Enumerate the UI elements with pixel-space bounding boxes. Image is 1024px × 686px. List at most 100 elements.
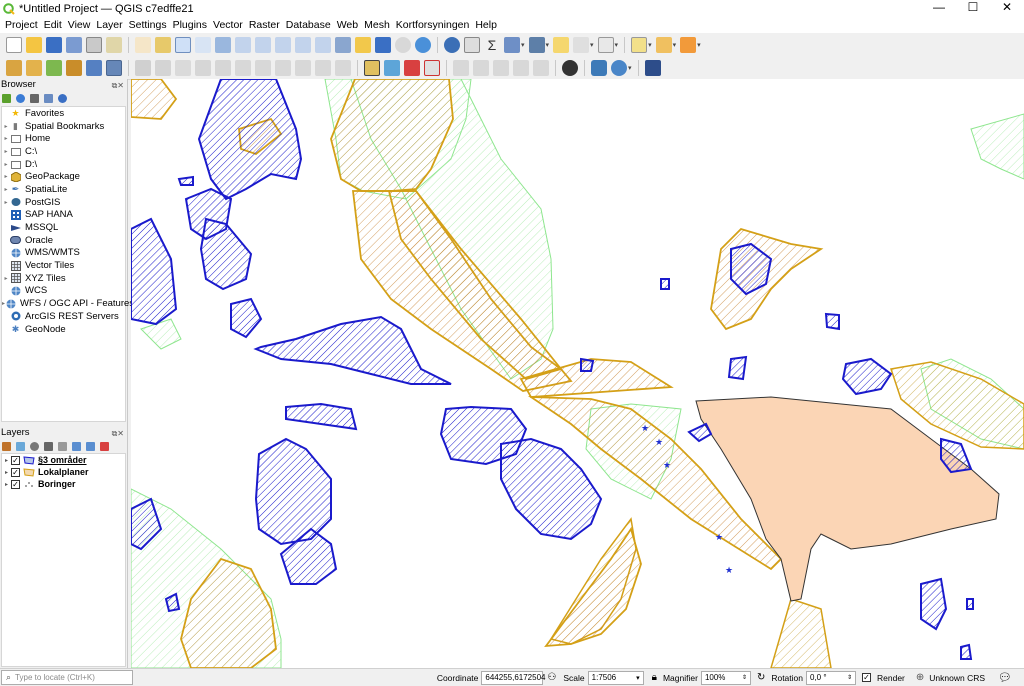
- boring-point[interactable]: ★: [663, 461, 671, 471]
- manage-themes-icon[interactable]: [30, 441, 39, 451]
- zoom-layer-icon[interactable]: [255, 37, 271, 53]
- bookmark-icon[interactable]: [355, 37, 371, 53]
- browser-item-wfs[interactable]: ▸ WFS / OGC API - Features: [2, 297, 134, 310]
- browser-item-wcs[interactable]: WCS: [2, 285, 125, 298]
- layer-visibility-checkbox[interactable]: ✓: [11, 479, 20, 489]
- pan-to-selection-icon[interactable]: [155, 37, 171, 53]
- new-geopackage-icon[interactable]: [106, 59, 122, 76]
- layer-visibility-checkbox[interactable]: ✓: [11, 467, 20, 477]
- locator-bar[interactable]: ⌕ Type to locate (Ctrl+K): [1, 670, 133, 685]
- map-svg[interactable]: ★ ★ ★ ★ ★: [131, 79, 1024, 668]
- boring-point[interactable]: ★: [655, 438, 663, 448]
- menu-web[interactable]: Web: [334, 19, 361, 31]
- browser-item-vector-tiles[interactable]: Vector Tiles: [2, 259, 125, 272]
- save-as-icon[interactable]: [66, 37, 82, 53]
- browser-item-oracle[interactable]: Oracle: [2, 234, 125, 247]
- zoom-in-icon[interactable]: [175, 37, 191, 53]
- measure-icon[interactable]: [528, 37, 545, 53]
- dock-controls-icon[interactable]: ⧉✕: [112, 428, 124, 440]
- layer-labeling-icon[interactable]: [384, 59, 400, 76]
- style-manager-icon[interactable]: [106, 37, 122, 53]
- messages-icon[interactable]: 💬︎: [998, 671, 1012, 684]
- highlight-pinned-icon[interactable]: [424, 59, 440, 76]
- browser-item-favorites[interactable]: ★ Favorites: [2, 107, 125, 120]
- add-raster-layer-icon[interactable]: [46, 59, 62, 76]
- browser-item-spatial-bookmarks[interactable]: ▸ ▮ Spatial Bookmarks: [2, 120, 125, 133]
- lock-icon[interactable]: 🔒︎: [652, 672, 657, 683]
- temporal-controller-icon[interactable]: [395, 37, 411, 53]
- remove-layer-icon[interactable]: [100, 441, 109, 451]
- map-canvas[interactable]: ★ ★ ★ ★ ★: [131, 79, 1024, 668]
- properties-icon[interactable]: [58, 93, 67, 103]
- add-vector-layer-icon[interactable]: [26, 59, 42, 76]
- crs-label[interactable]: Unknown CRS: [929, 673, 985, 683]
- menu-help[interactable]: Help: [472, 19, 500, 31]
- sync-icon[interactable]: [611, 59, 627, 76]
- annotation-icon[interactable]: [553, 37, 570, 53]
- add-layer-icon[interactable]: [2, 93, 11, 103]
- menu-settings[interactable]: Settings: [126, 19, 170, 31]
- layer-item-section3[interactable]: ▸ ✓ §3 områder: [2, 454, 125, 466]
- globe-icon[interactable]: ⊕: [916, 672, 924, 683]
- scale-field[interactable]: 1:7506 ▾: [587, 670, 644, 685]
- menu-plugins[interactable]: Plugins: [170, 19, 210, 31]
- menu-project[interactable]: Project: [2, 19, 41, 31]
- expand-all-icon[interactable]: [72, 441, 81, 451]
- boring-point[interactable]: ★: [725, 566, 733, 576]
- refresh-icon[interactable]: [16, 93, 25, 103]
- pan-icon[interactable]: [135, 37, 151, 53]
- layer-item-lokalplaner[interactable]: ▸ ✓ Lokalplaner: [2, 466, 125, 478]
- filter-legend-icon[interactable]: [44, 441, 53, 451]
- text-annotation-icon[interactable]: [597, 37, 614, 53]
- spinner-icon[interactable]: ⇕: [742, 674, 747, 681]
- label-icon[interactable]: [364, 59, 380, 76]
- zoom-last-icon[interactable]: [295, 37, 311, 53]
- spinner-icon[interactable]: ⇕: [847, 674, 852, 681]
- browser-item-mssql[interactable]: MSSQL: [2, 221, 125, 234]
- minimize-button[interactable]: —: [922, 0, 956, 17]
- maximize-button[interactable]: ☐: [956, 0, 990, 17]
- zoom-full-icon[interactable]: [215, 37, 231, 53]
- add-group-icon[interactable]: [16, 441, 25, 451]
- menu-kortforsyningen[interactable]: Kortforsyningen: [393, 19, 473, 31]
- browser-item-xyz-tiles[interactable]: ▸ XYZ Tiles: [2, 272, 125, 285]
- browser-item-postgis[interactable]: ▸ PostGIS: [2, 196, 125, 209]
- browser-item-d-drive[interactable]: ▸ D:\: [2, 158, 125, 171]
- statistics-icon[interactable]: Σ: [484, 37, 500, 53]
- browser-item-c-drive[interactable]: ▸ C:\: [2, 145, 125, 158]
- zoom-next-icon[interactable]: [315, 37, 331, 53]
- filter-icon[interactable]: [30, 93, 39, 103]
- browser-item-spatialite[interactable]: ▸ ✒ SpatiaLite: [2, 183, 125, 196]
- save-project-icon[interactable]: [46, 37, 62, 53]
- menu-vector[interactable]: Vector: [210, 19, 246, 31]
- show-bookmarks-icon[interactable]: [375, 37, 391, 53]
- select-by-value-icon[interactable]: [655, 37, 672, 53]
- menu-layer[interactable]: Layer: [93, 19, 125, 31]
- close-button[interactable]: ✕: [990, 0, 1024, 17]
- menu-mesh[interactable]: Mesh: [361, 19, 393, 31]
- collapse-all-icon[interactable]: [44, 93, 53, 103]
- toggle-extents-icon[interactable]: ⚇: [547, 672, 556, 683]
- boring-point[interactable]: ★: [715, 533, 723, 543]
- browser-item-sap-hana[interactable]: SAP HANA: [2, 209, 125, 222]
- python-console-icon[interactable]: [591, 59, 607, 76]
- zoom-out-icon[interactable]: [195, 37, 211, 53]
- identify-icon[interactable]: [444, 37, 460, 53]
- browser-item-geopackage[interactable]: ▸ GeoPackage: [2, 170, 125, 183]
- browser-item-geonode[interactable]: ✱ GeoNode: [2, 323, 125, 336]
- open-project-icon[interactable]: [26, 37, 42, 53]
- render-checkbox[interactable]: ✓: [862, 673, 871, 682]
- kortforsyningen-icon[interactable]: [644, 59, 661, 76]
- boring-point[interactable]: ★: [641, 424, 649, 434]
- print-layout-icon[interactable]: [86, 37, 102, 53]
- browser-item-home[interactable]: ▸ Home: [2, 132, 125, 145]
- layer-visibility-checkbox[interactable]: ✓: [11, 455, 20, 465]
- menu-raster[interactable]: Raster: [246, 19, 283, 31]
- layer-item-boringer[interactable]: ▸ ✓ Boringer: [2, 478, 125, 490]
- new-map-view-icon[interactable]: [335, 37, 351, 53]
- filter-expression-icon[interactable]: [58, 441, 67, 451]
- rotation-field[interactable]: 0,0 ° ⇕: [806, 670, 856, 685]
- browser-item-arcgis-rest[interactable]: ArcGIS REST Servers: [2, 310, 125, 323]
- zoom-selection-icon[interactable]: [235, 37, 251, 53]
- plugin-icon[interactable]: [562, 59, 578, 76]
